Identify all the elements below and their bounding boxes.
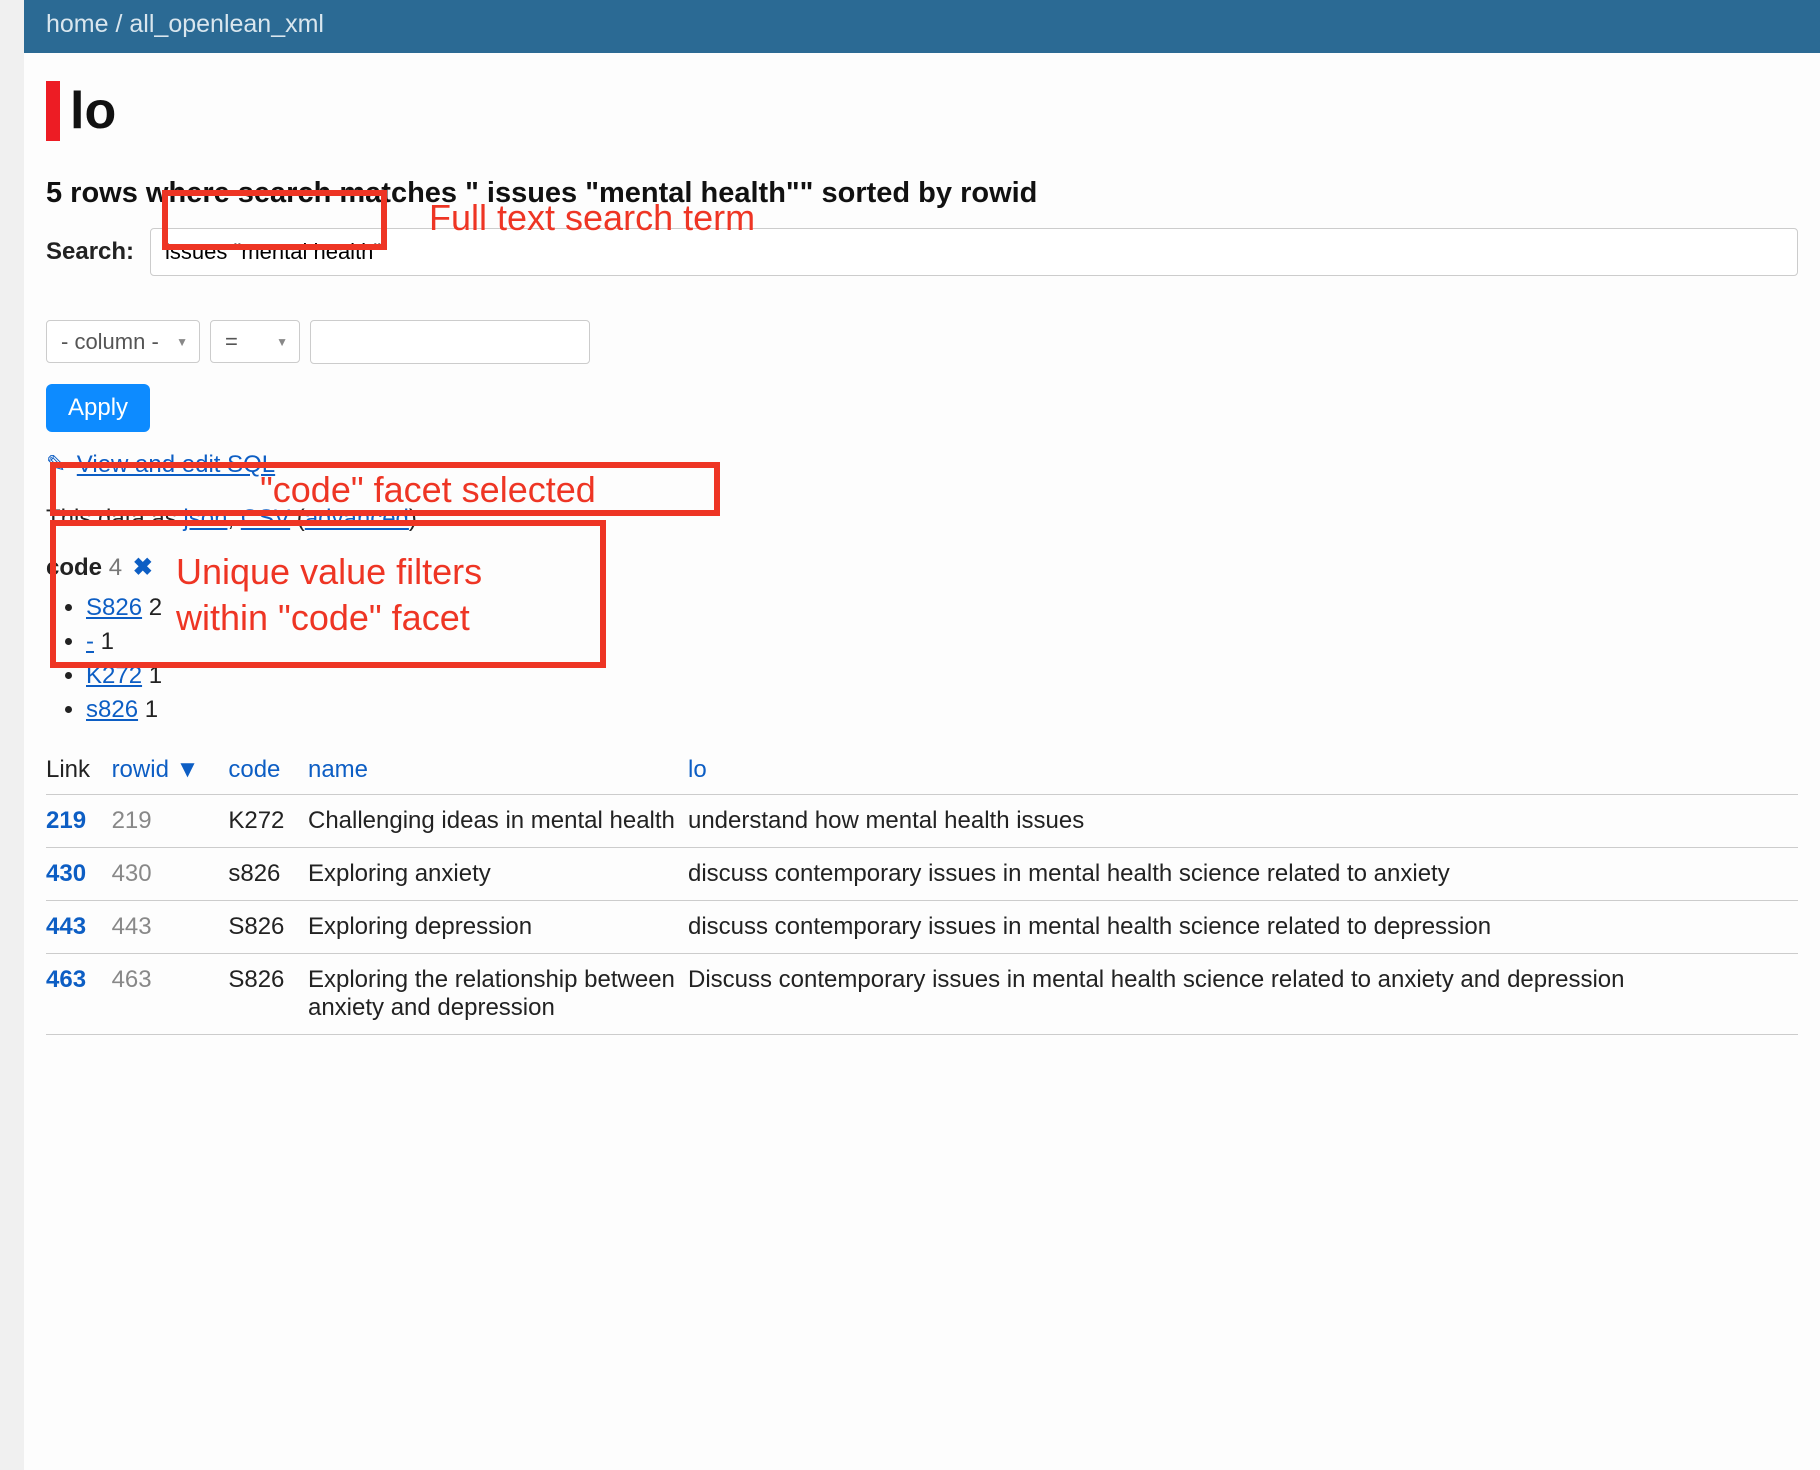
col-code[interactable]: code: [228, 746, 308, 795]
sort-arrow-icon: ▼: [176, 756, 200, 783]
table-row: 463463S826Exploring the relationship bet…: [46, 954, 1798, 1035]
breadcrumb-home[interactable]: home: [46, 10, 109, 38]
facet-item-count: 1: [142, 662, 162, 689]
cell-lo: Discuss contemporary issues in mental he…: [688, 954, 1798, 1035]
results-table: Link rowid ▼ code name lo 219219K272Chal…: [46, 746, 1798, 1035]
row-link[interactable]: 443: [46, 913, 86, 940]
table-row: 219219K272Challenging ideas in mental he…: [46, 795, 1798, 848]
export-json-link[interactable]: json: [183, 505, 227, 532]
cell-rowid: 463: [112, 954, 229, 1035]
facet-item-link[interactable]: -: [86, 628, 94, 655]
cell-name: Challenging ideas in mental health: [308, 795, 688, 848]
cell-name: Exploring depression: [308, 901, 688, 954]
cell-name: Exploring anxiety: [308, 848, 688, 901]
view-sql-link[interactable]: View and edit SQL: [77, 451, 275, 478]
page-title: lo: [46, 81, 1798, 141]
row-link[interactable]: 219: [46, 807, 86, 834]
facet-item-count: 1: [94, 628, 114, 655]
wrench-icon: ✎: [46, 450, 66, 479]
filter-column-select[interactable]: - column -: [46, 320, 200, 363]
table-row: 430430s826Exploring anxietydiscuss conte…: [46, 848, 1798, 901]
breadcrumb: home / all_openlean_xml: [24, 0, 1820, 53]
search-input[interactable]: [150, 228, 1798, 276]
facet-remove-icon[interactable]: ✖: [133, 554, 153, 581]
facet-item-count: 1: [138, 696, 158, 723]
col-rowid[interactable]: rowid ▼: [112, 746, 229, 795]
facet-count: 4: [109, 554, 122, 581]
col-name[interactable]: name: [308, 746, 688, 795]
search-label: Search:: [46, 238, 134, 266]
row-link[interactable]: 430: [46, 860, 86, 887]
cell-rowid: 430: [112, 848, 229, 901]
facet-item: S826 2: [86, 594, 1798, 622]
filter-op-select[interactable]: =: [210, 320, 300, 363]
filter-value-input[interactable]: [310, 320, 590, 364]
result-summary: 5 rows where search matches " issues "me…: [46, 177, 1798, 210]
facet-header: code 4 ✖: [46, 553, 1798, 582]
facet-item: K272 1: [86, 662, 1798, 690]
facet-item-link[interactable]: s826: [86, 696, 138, 723]
facet-item-link[interactable]: K272: [86, 662, 142, 689]
table-row: 443443S826Exploring depressiondiscuss co…: [46, 901, 1798, 954]
cell-code: s826: [228, 848, 308, 901]
breadcrumb-sep: /: [116, 10, 130, 38]
cell-name: Exploring the relationship between anxie…: [308, 954, 688, 1035]
facet-list: S826 2- 1K272 1s826 1: [46, 594, 1798, 724]
facet-item: - 1: [86, 628, 1798, 656]
facet-item-count: 2: [142, 594, 162, 621]
cell-lo: discuss contemporary issues in mental he…: [688, 848, 1798, 901]
facet-item: s826 1: [86, 696, 1798, 724]
export-prefix: This data as: [46, 505, 183, 532]
apply-button[interactable]: Apply: [46, 384, 150, 432]
cell-code: S826: [228, 954, 308, 1035]
cell-code: K272: [228, 795, 308, 848]
cell-code: S826: [228, 901, 308, 954]
export-row: This data as json, CSV (advanced): [46, 505, 1798, 533]
col-lo[interactable]: lo: [688, 746, 1798, 795]
facet-name: code: [46, 554, 102, 581]
cell-rowid: 219: [112, 795, 229, 848]
breadcrumb-db[interactable]: all_openlean_xml: [129, 10, 324, 38]
export-advanced-link[interactable]: advanced: [305, 505, 409, 532]
cell-lo: discuss contemporary issues in mental he…: [688, 901, 1798, 954]
col-link: Link: [46, 746, 112, 795]
cell-lo: understand how mental health issues: [688, 795, 1798, 848]
cell-rowid: 443: [112, 901, 229, 954]
row-link[interactable]: 463: [46, 966, 86, 993]
facet-item-link[interactable]: S826: [86, 594, 142, 621]
export-csv-link[interactable]: CSV: [241, 505, 290, 532]
